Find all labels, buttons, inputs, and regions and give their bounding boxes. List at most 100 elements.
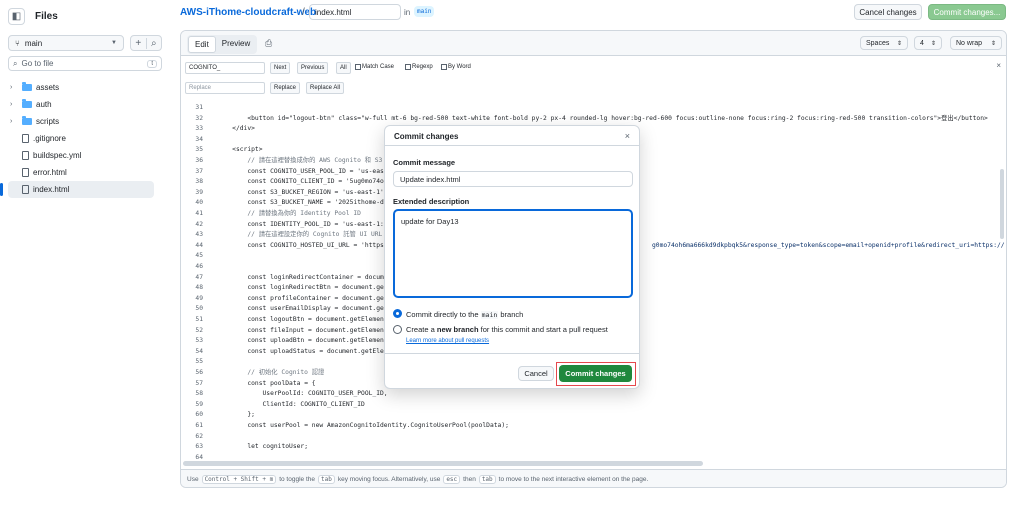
code-line: const S3_BUCKET_REGION = 'us-east-1'; / — [217, 188, 396, 196]
code-line: // 請替換為你的 Identity Pool ID — [217, 210, 361, 217]
tree-item-label: scripts — [36, 117, 60, 126]
line-number: 40 — [195, 199, 203, 207]
tab-preview[interactable]: Preview — [216, 36, 256, 53]
hint-kbd: Control + Shift + m — [201, 475, 277, 484]
next-button[interactable]: Next — [270, 62, 291, 74]
hint-text: then — [463, 476, 476, 483]
code-line: const uploadBtn = document.getElementBy — [217, 337, 396, 345]
search-files-icon[interactable]: ⌕ — [145, 37, 162, 49]
line-number: 58 — [195, 390, 203, 398]
replace-button[interactable]: Replace — [270, 82, 301, 94]
file-tree: › assets › auth › scripts .gitignore builds… — [0, 79, 162, 198]
close-icon[interactable]: × — [996, 61, 1001, 70]
select-arrows-icon: ⇕ — [990, 40, 996, 47]
filename-input[interactable]: index.html — [309, 4, 401, 20]
branch-selector[interactable]: ⑂ main ▼ — [8, 35, 124, 51]
chevron-right-icon: › — [10, 118, 13, 125]
line-number: 44 — [195, 241, 203, 249]
tree-item-scripts[interactable]: › scripts — [0, 113, 162, 130]
code-line: </div> — [217, 125, 255, 133]
all-button[interactable]: All — [336, 62, 351, 74]
line-number: 62 — [195, 432, 203, 440]
line-number: 38 — [195, 178, 203, 186]
close-icon[interactable]: × — [625, 131, 630, 141]
line-number: 47 — [195, 273, 203, 281]
code-line: const logoutBtn = document.getElementBy — [217, 316, 396, 323]
tree-item-gitignore[interactable]: .gitignore — [0, 130, 162, 147]
code-line: const poolData = { — [217, 379, 316, 387]
new-branch-radio[interactable] — [393, 325, 402, 334]
indent-size-select[interactable]: 4 ⇕ — [914, 36, 942, 50]
tree-item-label: index.html — [33, 185, 70, 194]
new-branch-label[interactable]: Create a new branch for this commit and … — [406, 325, 608, 334]
file-tree-sidebar: ◧ Files ⑂ main ▼ + ⌕ ⌕ Go to file t › ass… — [0, 0, 162, 511]
hint-text: key moving focus. Alternatively, use — [337, 476, 441, 483]
print-icon[interactable]: ⎙ — [265, 38, 272, 49]
wrap-mode-value: No wrap — [956, 39, 983, 47]
folder-icon — [22, 82, 32, 91]
previous-button[interactable]: Previous — [297, 62, 329, 74]
commit-directly-label[interactable]: Commit directly to the main branch — [406, 310, 523, 319]
folder-icon — [22, 99, 32, 108]
commit-changes-button[interactable]: Commit changes... — [928, 4, 1006, 20]
add-file-button[interactable]: + — [131, 38, 146, 49]
dialog-commit-button[interactable]: Commit changes — [559, 365, 632, 382]
line-number: 52 — [195, 326, 203, 334]
tree-item-buildspec[interactable]: buildspec.yml — [0, 147, 162, 164]
line-number: 60 — [195, 411, 203, 419]
tree-item-assets[interactable]: › assets — [0, 79, 162, 96]
path-separator: / — [302, 7, 305, 18]
go-to-file-input[interactable]: ⌕ Go to file t — [8, 56, 162, 71]
tree-item-auth[interactable]: › auth — [0, 96, 162, 113]
commit-message-input[interactable]: Update index.html — [393, 171, 633, 187]
line-number: 49 — [195, 294, 203, 302]
line-number: 53 — [195, 337, 203, 345]
line-number: 50 — [195, 305, 203, 313]
line-number: 32 — [195, 114, 203, 122]
hint-text: to move to the next interactive element … — [498, 476, 649, 483]
tab-edit[interactable]: Edit — [188, 36, 216, 53]
line-number: 39 — [195, 188, 203, 196]
folder-icon — [22, 116, 32, 125]
indent-mode-select[interactable]: Spaces ⇕ — [860, 36, 908, 50]
extended-description-textarea[interactable]: update for Day13 — [393, 209, 633, 298]
editor-tabs: Edit Preview — [187, 35, 258, 54]
learn-more-link[interactable]: Learn more about pull requests — [406, 338, 489, 344]
tree-item-index-html[interactable]: index.html — [0, 181, 154, 198]
line-number: 56 — [195, 369, 203, 376]
vertical-scrollbar[interactable] — [1000, 169, 1004, 239]
cancel-changes-button[interactable]: Cancel changes — [854, 4, 922, 20]
by-word-label: By Word — [448, 64, 471, 70]
tree-item-error-html[interactable]: error.html — [0, 164, 162, 181]
line-number: 34 — [195, 135, 203, 143]
branch-name: main — [24, 38, 43, 48]
wrap-mode-select[interactable]: No wrap ⇕ — [950, 36, 1002, 50]
extended-description-label: Extended description — [393, 197, 470, 206]
chevron-right-icon: › — [10, 84, 13, 91]
line-number: 35 — [195, 146, 203, 154]
dialog-cancel-button[interactable]: Cancel — [518, 366, 554, 381]
replace-field[interactable]: Replace — [185, 82, 265, 94]
go-to-file-placeholder: Go to file — [21, 59, 54, 68]
regexp-checkbox[interactable]: Regexp — [405, 64, 433, 70]
dialog-title: Commit changes — [394, 132, 459, 141]
code-line: const loginRedirectContainer = document — [217, 273, 396, 281]
code-line: UserPoolId: COGNITO_USER_POOL_ID, — [217, 390, 388, 398]
repo-link[interactable]: AWS-iThome-cloudcraft-web — [180, 7, 316, 18]
replace-all-button[interactable]: Replace All — [306, 82, 345, 94]
collapse-sidebar-icon[interactable]: ◧ — [8, 8, 25, 25]
chevron-right-icon: › — [10, 101, 13, 108]
hint-text: Use — [187, 476, 199, 483]
match-case-checkbox[interactable]: Match Case — [355, 64, 394, 70]
search-field[interactable]: COGNITO_ — [185, 62, 265, 74]
line-number: 37 — [195, 167, 203, 175]
tree-item-label: buildspec.yml — [33, 151, 82, 160]
code-line: <script> — [217, 146, 263, 154]
tree-item-label: error.html — [33, 168, 67, 177]
horizontal-scrollbar[interactable] — [183, 461, 703, 466]
line-number: 48 — [195, 284, 203, 292]
commit-directly-radio[interactable] — [393, 309, 402, 318]
by-word-checkbox[interactable]: By Word — [441, 64, 471, 70]
checkbox-icon — [355, 64, 361, 70]
editor-footer-hint: Use Control + Shift + m to toggle the ta… — [181, 469, 1006, 487]
